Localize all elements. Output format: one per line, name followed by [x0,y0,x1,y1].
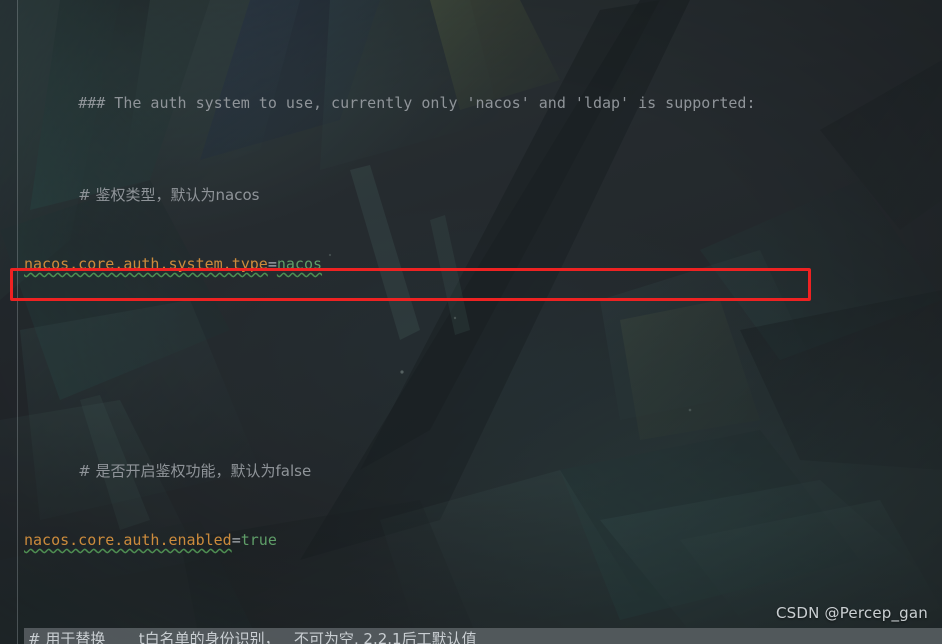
property-key: nacos.core.auth.system.type [24,255,268,273]
comment-text: # 鉴权类型，默认为nacos [78,186,260,204]
comment-text: # 是否开启鉴权功能，默认为false [78,462,312,480]
comment-text: ### The auth system to use, currently on… [78,94,756,112]
code-line-blank[interactable] [0,345,942,368]
code-line[interactable]: ### The auth system to use, currently on… [0,69,942,112]
equals-sign: = [231,531,241,549]
code-text-area[interactable]: ### The auth system to use, currently on… [0,0,942,644]
code-line[interactable]: # 是否开启鉴权功能，默认为false [0,437,942,480]
property-key: nacos.core.auth.enabled [24,531,232,549]
code-editor[interactable]: ### The auth system to use, currently on… [0,0,942,644]
code-line[interactable]: # 鉴权类型，默认为nacos [0,161,942,204]
property-value: nacos [276,255,323,273]
code-line[interactable]: nacos.core.auth.system.type=nacos [0,253,942,276]
property-value: true [240,531,277,549]
code-line[interactable]: nacos.core.auth.enabled=true [0,529,942,552]
bottom-tooltip-popup: # 用于替换 t白名单的身份识别， 不可为空, 2.2.1后工默认值 [24,628,942,644]
equals-sign: = [267,255,277,273]
csdn-watermark: CSDN @Percep_gan [775,604,928,622]
